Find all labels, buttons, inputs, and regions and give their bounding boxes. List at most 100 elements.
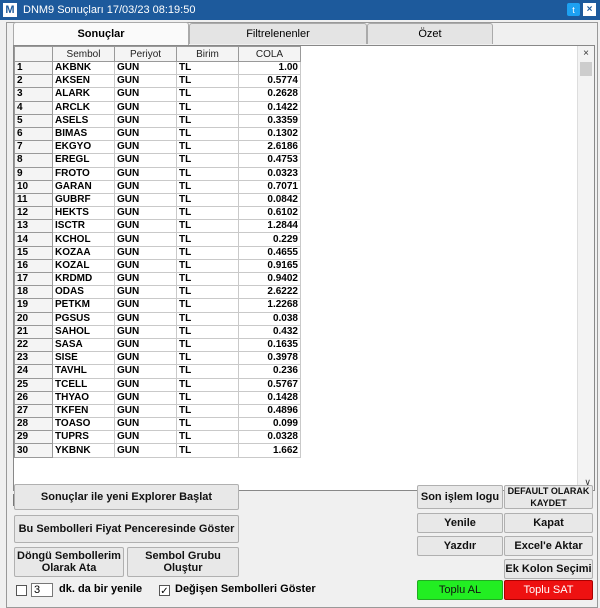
cell-sembol[interactable]: TKFEN (52, 403, 115, 419)
cell-periyot[interactable]: GUN (114, 245, 177, 260)
cell-sembol[interactable]: BIMAS (52, 126, 115, 142)
tab-sonuclar[interactable]: Sonuçlar (13, 22, 189, 45)
cell-cola[interactable]: 0.0328 (238, 430, 301, 445)
row-number[interactable]: 20 (14, 311, 53, 326)
header-cola[interactable]: COLA (238, 46, 301, 62)
table-row[interactable]: 2 AKSEN GUN TL 0.5774 (14, 74, 301, 89)
table-row[interactable]: 10 GARAN GUN TL 0.7071 (14, 179, 301, 194)
row-number[interactable]: 4 (14, 100, 53, 115)
cell-birim[interactable]: TL (176, 417, 239, 432)
cell-cola[interactable]: 0.1635 (238, 337, 301, 353)
cell-cola[interactable]: 0.1428 (238, 390, 301, 405)
symbol-group-button[interactable]: Sembol Grubu Oluştur (127, 547, 239, 577)
cell-periyot[interactable]: GUN (114, 232, 177, 247)
table-row[interactable]: 25 TCELL GUN TL 0.5767 (14, 377, 301, 392)
cell-sembol[interactable]: TUPRS (52, 430, 115, 445)
cell-cola[interactable]: 0.7071 (238, 179, 301, 194)
cell-sembol[interactable]: KOZAA (52, 245, 115, 260)
sell-all-button[interactable]: Toplu SAT (504, 580, 593, 600)
table-row[interactable]: 28 TOASO GUN TL 0.099 (14, 417, 301, 432)
row-number[interactable]: 30 (14, 443, 53, 458)
cell-sembol[interactable]: TCELL (52, 377, 115, 392)
cell-sembol[interactable]: ASELS (52, 113, 115, 128)
explorer-button[interactable]: Sonuçlar ile yeni Explorer Başlat (14, 484, 239, 510)
cell-periyot[interactable]: GUN (114, 113, 177, 128)
cell-periyot[interactable]: GUN (114, 311, 177, 326)
cell-periyot[interactable]: GUN (114, 206, 177, 221)
cell-periyot[interactable]: GUN (114, 298, 177, 313)
vertical-scrollbar[interactable]: × ∨ (577, 46, 594, 490)
tab-filtrelenenler[interactable]: Filtrelenenler (189, 23, 367, 44)
table-row[interactable]: 30 YKBNK GUN TL 1.662 (14, 443, 301, 458)
print-button[interactable]: Yazdır (417, 536, 503, 556)
column-select-button[interactable]: Ek Kolon Seçimi (504, 559, 593, 579)
row-number[interactable]: 15 (14, 245, 53, 260)
cell-periyot[interactable]: GUN (114, 271, 177, 287)
row-number[interactable]: 2 (14, 74, 53, 89)
show-changing-checkbox[interactable]: ✓ (159, 585, 170, 597)
default-save-button[interactable]: DEFAULT OLARAK KAYDET (504, 485, 593, 509)
table-row[interactable]: 9 FROTO GUN TL 0.0323 (14, 166, 301, 181)
cell-cola[interactable]: 0.5767 (238, 377, 301, 392)
cell-birim[interactable]: TL (176, 245, 239, 260)
row-number[interactable]: 29 (14, 430, 53, 445)
table-row[interactable]: 22 SASA GUN TL 0.1635 (14, 337, 301, 353)
table-row[interactable]: 12 HEKTS GUN TL 0.6102 (14, 206, 301, 221)
cell-sembol[interactable]: EKGYO (52, 140, 115, 155)
row-number[interactable]: 8 (14, 153, 53, 168)
cell-birim[interactable]: TL (176, 271, 239, 287)
cell-cola[interactable]: 0.4655 (238, 245, 301, 260)
cell-birim[interactable]: TL (176, 206, 239, 221)
cell-sembol[interactable]: FROTO (52, 166, 115, 181)
cell-birim[interactable]: TL (176, 192, 239, 208)
cell-birim[interactable]: TL (176, 324, 239, 339)
header-periyot[interactable]: Periyot (114, 46, 177, 62)
table-row[interactable]: 17 KRDMD GUN TL 0.9402 (14, 271, 301, 287)
cell-birim[interactable]: TL (176, 153, 239, 168)
cell-sembol[interactable]: SISE (52, 351, 115, 366)
cell-birim[interactable]: TL (176, 87, 239, 102)
cell-cola[interactable]: 0.9165 (238, 258, 301, 274)
cell-cola[interactable]: 0.1302 (238, 126, 301, 142)
table-row[interactable]: 19 PETKM GUN TL 1.2268 (14, 298, 301, 313)
row-number[interactable]: 27 (14, 403, 53, 419)
table-row[interactable]: 8 EREGL GUN TL 0.4753 (14, 153, 301, 168)
table-row[interactable]: 16 KOZAL GUN TL 0.9165 (14, 258, 301, 274)
table-row[interactable]: 26 THYAO GUN TL 0.1428 (14, 390, 301, 405)
row-number[interactable]: 10 (14, 179, 53, 194)
cell-periyot[interactable]: GUN (114, 74, 177, 89)
cell-periyot[interactable]: GUN (114, 100, 177, 115)
cell-periyot[interactable]: GUN (114, 219, 177, 234)
cell-cola[interactable]: 0.4896 (238, 403, 301, 419)
buy-all-button[interactable]: Toplu AL (417, 580, 503, 600)
row-number[interactable]: 13 (14, 219, 53, 234)
cell-sembol[interactable]: KOZAL (52, 258, 115, 274)
cell-sembol[interactable]: HEKTS (52, 206, 115, 221)
cell-birim[interactable]: TL (176, 100, 239, 115)
cell-cola[interactable]: 0.038 (238, 311, 301, 326)
cell-sembol[interactable]: ISCTR (52, 219, 115, 234)
cell-cola[interactable]: 2.6222 (238, 285, 301, 300)
table-row[interactable]: 4 ARCLK GUN TL 0.1422 (14, 100, 301, 115)
cell-periyot[interactable]: GUN (114, 377, 177, 392)
cell-cola[interactable]: 0.3359 (238, 113, 301, 128)
row-number[interactable]: 19 (14, 298, 53, 313)
cell-birim[interactable]: TL (176, 298, 239, 313)
cell-birim[interactable]: TL (176, 285, 239, 300)
cell-sembol[interactable]: GUBRF (52, 192, 115, 208)
header-sembol[interactable]: Sembol (52, 46, 115, 62)
cell-birim[interactable]: TL (176, 258, 239, 274)
row-number[interactable]: 1 (14, 60, 53, 76)
cell-sembol[interactable]: SAHOL (52, 324, 115, 339)
cell-periyot[interactable]: GUN (114, 390, 177, 405)
cell-birim[interactable]: TL (176, 140, 239, 155)
cell-birim[interactable]: TL (176, 403, 239, 419)
excel-export-button[interactable]: Excel'e Aktar (504, 536, 593, 556)
cell-sembol[interactable]: PETKM (52, 298, 115, 313)
row-number[interactable]: 5 (14, 113, 53, 128)
auto-refresh-checkbox[interactable] (16, 585, 27, 596)
cell-cola[interactable]: 0.0323 (238, 166, 301, 181)
cell-sembol[interactable]: AKSEN (52, 74, 115, 89)
table-row[interactable]: 15 KOZAA GUN TL 0.4655 (14, 245, 301, 260)
cell-sembol[interactable]: ODAS (52, 285, 115, 300)
